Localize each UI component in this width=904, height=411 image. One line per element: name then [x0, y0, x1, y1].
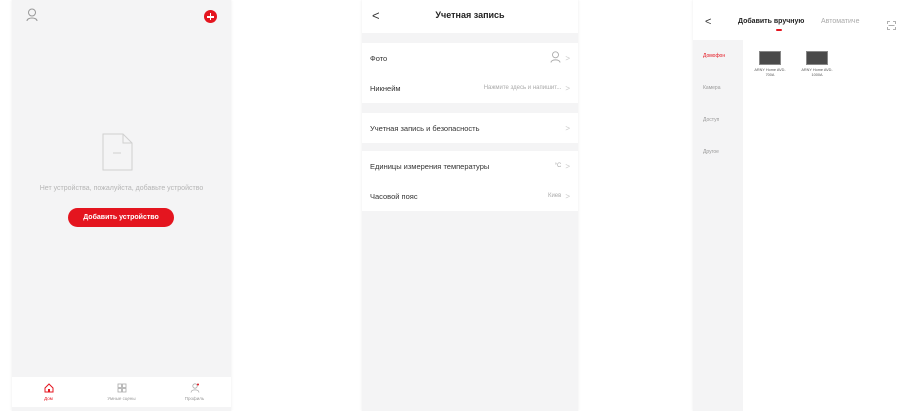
scan-icon[interactable] [887, 17, 896, 35]
settings-group: Единицы измерения температуры °C > Часов… [362, 151, 578, 211]
chevron-right-icon: > [565, 83, 570, 93]
scenes-icon [117, 383, 127, 394]
chevron-right-icon: > [565, 123, 570, 133]
tab-add-manually[interactable]: Добавить вручную [738, 18, 804, 25]
row-temperature-units-label: Единицы измерения температуры [370, 161, 490, 171]
profile-icon [190, 383, 200, 394]
add-device-screen: < Добавить вручную Автоматиче Домофон Ка… [693, 0, 904, 411]
profile-group: Фото > Никнейм Нажмите здесь и напишит..… [362, 43, 578, 103]
row-temperature-units[interactable]: Единицы измерения температуры °C > [362, 151, 578, 181]
product-card[interactable]: ARNY Home AVD-1000A [797, 51, 837, 77]
row-account-security-label: Учетная запись и безопасность [370, 123, 480, 133]
temperature-units-value: °C [554, 163, 562, 169]
category-item[interactable]: Доступ [693, 104, 743, 136]
tab-profile[interactable]: Профиль [158, 377, 231, 407]
product-image [759, 51, 781, 65]
add-device-plus-icon[interactable] [204, 10, 217, 23]
timezone-value: Киев [547, 193, 562, 199]
tab-home-label: Дом [44, 396, 53, 401]
page-title: Учетная запись [435, 10, 505, 20]
chevron-right-icon: > [565, 161, 570, 171]
row-account-security[interactable]: Учетная запись и безопасность > [362, 113, 578, 143]
tab-auto-scan[interactable]: Автоматиче [821, 18, 859, 25]
row-nickname-label: Никнейм [370, 83, 401, 93]
row-photo-label: Фото [370, 53, 388, 63]
tab-home[interactable]: Дом [12, 377, 85, 407]
security-group: Учетная запись и безопасность > [362, 113, 578, 143]
row-timezone[interactable]: Часовой пояс Киев > [362, 181, 578, 211]
tab-scenes-label: Умные сцены [107, 396, 136, 401]
category-item[interactable]: Домофон [693, 40, 743, 72]
back-icon[interactable]: < [705, 17, 711, 28]
user-icon[interactable] [26, 8, 38, 27]
category-sidebar: Домофон Камера Доступ Другое [693, 40, 743, 411]
tab-scenes[interactable]: Умные сцены [85, 377, 158, 407]
bottom-tab-bar: Дом Умные сцены Профиль [12, 377, 231, 407]
product-name: ARNY Home AVD-700A [754, 68, 786, 77]
account-header: < Учетная запись [362, 0, 578, 33]
product-name: ARNY Home AVD-1000A [801, 68, 833, 77]
empty-state-text: Нет устройства, пожалуйста, добавьте уст… [39, 185, 204, 192]
home-screen: Нет устройства, пожалуйста, добавьте уст… [12, 0, 231, 411]
home-icon [44, 383, 54, 394]
empty-document-icon [101, 133, 133, 176]
product-image [806, 51, 828, 65]
chevron-right-icon: > [565, 191, 570, 201]
add-device-button[interactable]: Добавить устройство [68, 208, 174, 227]
account-screen: < Учетная запись Фото > Никнейм Нажмите … [362, 0, 578, 411]
nickname-value: Нажмите здесь и напишит... [483, 85, 562, 91]
add-device-header: < Добавить вручную Автоматиче [693, 0, 904, 40]
row-nickname[interactable]: Никнейм Нажмите здесь и напишит... > [362, 73, 578, 103]
category-item[interactable]: Камера [693, 72, 743, 104]
row-photo[interactable]: Фото > [362, 43, 578, 73]
product-grid: ARNY Home AVD-700A ARNY Home AVD-1000A [743, 40, 904, 411]
tab-profile-label: Профиль [184, 396, 205, 401]
row-timezone-label: Часовой пояс [370, 191, 418, 201]
avatar-icon [550, 51, 561, 65]
product-card[interactable]: ARNY Home AVD-700A [750, 51, 790, 77]
chevron-right-icon: > [565, 53, 570, 63]
category-item[interactable]: Другое [693, 136, 743, 168]
home-top-bar [12, 0, 231, 34]
active-tab-indicator [776, 29, 782, 31]
